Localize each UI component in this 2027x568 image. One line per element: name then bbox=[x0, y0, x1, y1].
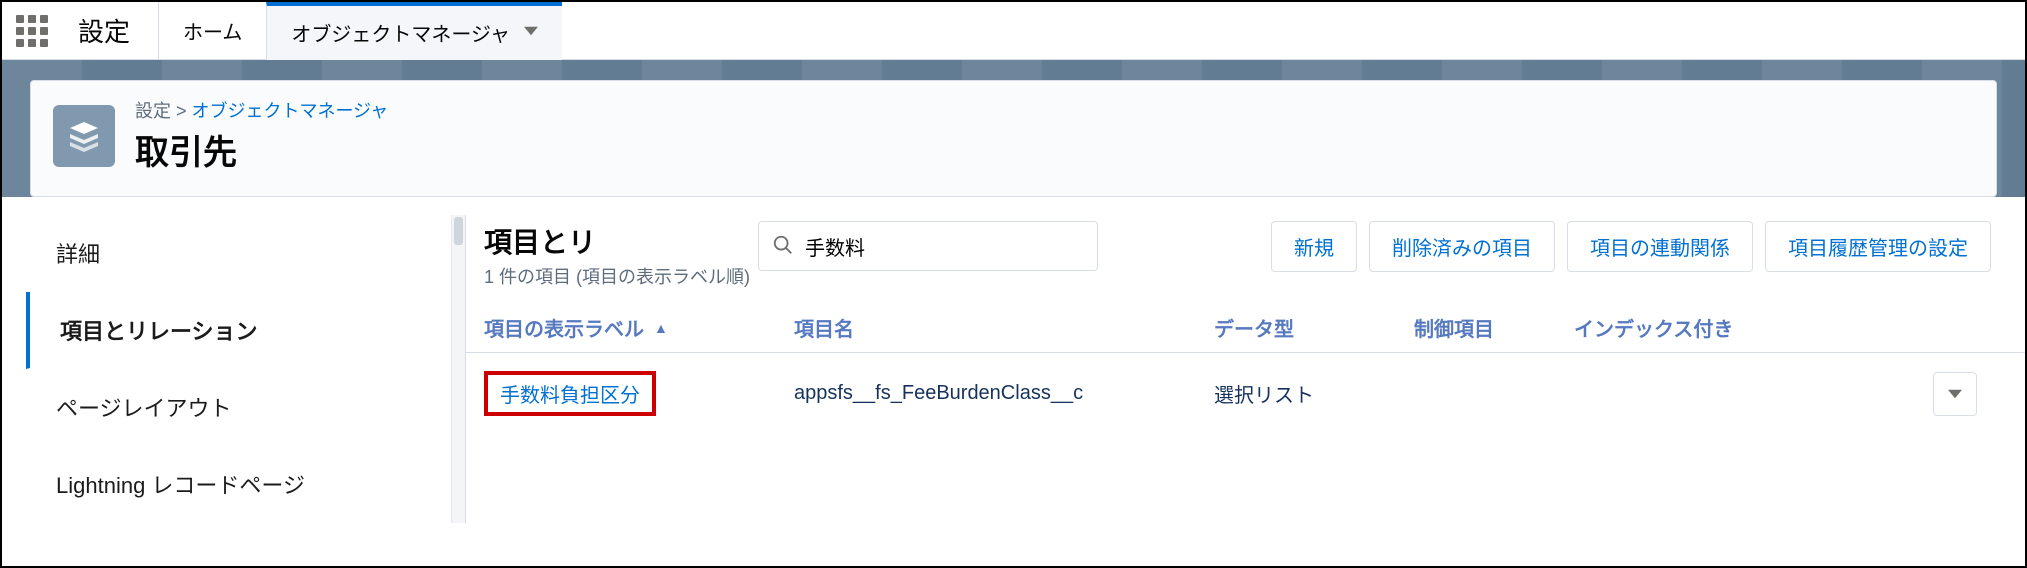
table-header: 項目の表示ラベル ▲ 項目名 データ型 制御項目 インデックス付き bbox=[466, 289, 2025, 353]
object-layers-icon bbox=[53, 105, 115, 167]
section-subtitle: 1 件の項目 (項目の表示ラベル順) bbox=[484, 263, 750, 289]
field-api-name: appsfs__fs_FeeBurdenClass__c bbox=[794, 382, 1214, 405]
deleted-fields-button[interactable]: 削除済みの項目 bbox=[1369, 221, 1555, 272]
col-label-text: 項目の表示ラベル bbox=[484, 313, 644, 342]
object-title: 取引先 bbox=[135, 125, 388, 174]
sidebar-item-lightning-pages[interactable]: Lightning レコードページ bbox=[26, 446, 465, 523]
page-title: 設定 bbox=[78, 12, 130, 49]
field-data-type: 選択リスト bbox=[1214, 379, 1414, 408]
chevron-down-icon bbox=[524, 21, 538, 44]
table-row: 手数料負担区分 appsfs__fs_FeeBurdenClass__c 選択リ… bbox=[466, 353, 2025, 434]
tab-object-manager-label: オブジェクトマネージャ bbox=[291, 18, 510, 47]
col-control[interactable]: 制御項目 bbox=[1414, 313, 1574, 342]
app-launcher-icon[interactable] bbox=[2, 2, 62, 60]
sort-asc-icon: ▲ bbox=[654, 320, 668, 336]
col-indexed[interactable]: インデックス付き bbox=[1574, 313, 2007, 342]
col-api[interactable]: 項目名 bbox=[794, 313, 1214, 342]
sidebar-item-page-layouts[interactable]: ページレイアウト bbox=[26, 369, 465, 446]
tab-object-manager[interactable]: オブジェクトマネージャ bbox=[266, 2, 562, 60]
breadcrumb: 設定 > オブジェクトマネージャ bbox=[135, 97, 388, 123]
section-title: 項目とリ bbox=[484, 221, 750, 261]
search-input[interactable] bbox=[758, 221, 1098, 271]
sidebar-item-details[interactable]: 詳細 bbox=[26, 215, 465, 292]
breadcrumb-link-object-manager[interactable]: オブジェクトマネージャ bbox=[192, 101, 389, 121]
header-card: 設定 > オブジェクトマネージャ 取引先 bbox=[30, 80, 1997, 197]
col-label[interactable]: 項目の表示ラベル ▲ bbox=[484, 313, 794, 342]
sidebar-scrollbar[interactable] bbox=[451, 215, 465, 523]
breadcrumb-parent: 設定 bbox=[135, 101, 171, 121]
sidebar-item-fields-relations[interactable]: 項目とリレーション bbox=[26, 292, 465, 369]
search-icon bbox=[772, 234, 794, 261]
row-action-menu[interactable] bbox=[1933, 372, 1977, 416]
col-type[interactable]: データ型 bbox=[1214, 313, 1414, 342]
history-tracking-button[interactable]: 項目履歴管理の設定 bbox=[1765, 221, 1991, 272]
new-button[interactable]: 新規 bbox=[1271, 221, 1357, 272]
tab-home[interactable]: ホーム bbox=[158, 2, 266, 60]
field-label-link[interactable]: 手数料負担区分 bbox=[484, 371, 656, 416]
field-dependencies-button[interactable]: 項目の連動関係 bbox=[1567, 221, 1753, 272]
